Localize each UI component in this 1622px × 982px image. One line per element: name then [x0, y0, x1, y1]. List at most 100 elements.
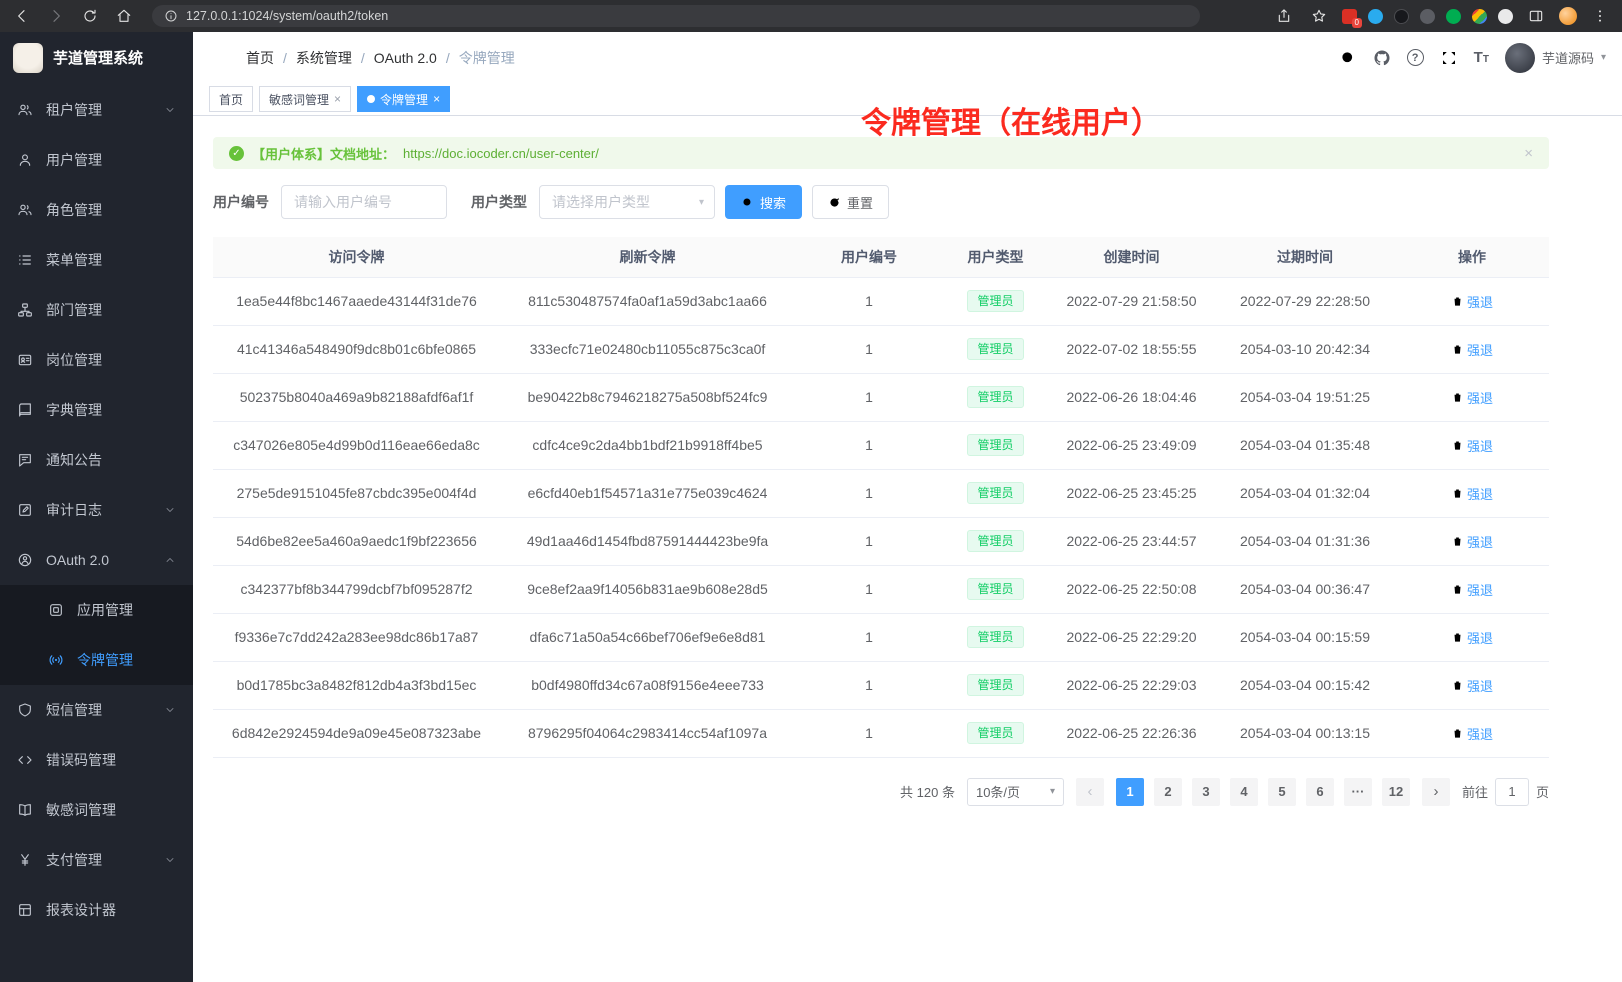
page-button[interactable]: 6	[1306, 778, 1334, 806]
alert-close-icon[interactable]: ×	[1524, 145, 1533, 162]
close-icon[interactable]: ×	[433, 93, 440, 105]
font-size-icon[interactable]: TT	[1474, 49, 1489, 66]
sidebar-item-error-code[interactable]: 错误码管理	[0, 735, 193, 785]
sidebar-item-role[interactable]: 角色管理	[0, 185, 193, 235]
bookmark-star-icon[interactable]	[1307, 4, 1331, 28]
user-id-cell: 1	[795, 661, 943, 709]
browser-menu-dots-icon[interactable]	[1588, 4, 1612, 28]
page-button[interactable]: 12	[1382, 778, 1410, 806]
browser-home-button[interactable]	[112, 4, 136, 28]
search-button[interactable]: 搜索	[725, 185, 802, 219]
sidebar-item-oauth[interactable]: OAuth 2.0	[0, 535, 193, 585]
delete-icon	[1451, 727, 1464, 740]
filter-bar: 用户编号 用户类型 请选择用户类型 ▾ 搜索 重置	[213, 185, 1549, 219]
tab-home[interactable]: 首页	[209, 86, 253, 112]
force-logout-button[interactable]: 强退	[1451, 676, 1493, 695]
site-info-icon[interactable]	[164, 9, 178, 23]
side-panel-icon[interactable]	[1524, 4, 1548, 28]
user-avatar	[1505, 43, 1535, 73]
force-logout-button[interactable]: 强退	[1451, 484, 1493, 503]
browser-forward-button[interactable]	[44, 4, 68, 28]
user-id-cell: 1	[795, 709, 943, 757]
browser-back-button[interactable]	[10, 4, 34, 28]
reset-button[interactable]: 重置	[812, 185, 889, 219]
extension-green-icon[interactable]	[1446, 9, 1461, 24]
force-logout-button[interactable]: 强退	[1451, 580, 1493, 599]
sidebar-item-oauth-app[interactable]: 应用管理	[0, 585, 193, 635]
page-button[interactable]: 1	[1116, 778, 1144, 806]
breadcrumb-oauth[interactable]: OAuth 2.0	[374, 50, 437, 66]
page-size-select[interactable]: 10条/页 ▾	[967, 778, 1064, 806]
sidebar-item-tenant[interactable]: 租户管理	[0, 85, 193, 135]
user-type-select[interactable]: 请选择用户类型 ▾	[539, 185, 715, 219]
breadcrumb-system[interactable]: 系统管理	[296, 48, 352, 68]
created-time-cell: 2022-06-25 22:29:03	[1048, 661, 1215, 709]
force-logout-button[interactable]: 强退	[1451, 388, 1493, 407]
sidebar-item-report-designer[interactable]: 报表设计器	[0, 885, 193, 935]
help-icon[interactable]: ?	[1407, 49, 1424, 66]
sidebar-item-sms[interactable]: 短信管理	[0, 685, 193, 735]
goto-page-input[interactable]	[1495, 778, 1529, 806]
prev-page-button[interactable]: ‹	[1076, 778, 1104, 806]
sidebar-item-sensitive-word[interactable]: 敏感词管理	[0, 785, 193, 835]
force-logout-button[interactable]: 强退	[1451, 436, 1493, 455]
user-id-input[interactable]	[281, 185, 447, 219]
page-button[interactable]: 5	[1268, 778, 1296, 806]
doc-link[interactable]: https://doc.iocoder.cn/user-center/	[403, 146, 599, 161]
force-logout-button[interactable]: 强退	[1451, 292, 1493, 311]
sidebar-item-dict[interactable]: 字典管理	[0, 385, 193, 435]
org-tree-icon	[17, 302, 33, 318]
sidebar-item-menu[interactable]: 菜单管理	[0, 235, 193, 285]
sidebar-menu: 租户管理 用户管理 角色管理 菜单管理 部门管理 岗位管理	[0, 83, 193, 935]
next-page-button[interactable]: ›	[1422, 778, 1450, 806]
force-logout-button[interactable]: 强退	[1451, 724, 1493, 743]
search-icon[interactable]	[1339, 49, 1357, 67]
extension-gray-icon[interactable]	[1420, 9, 1435, 24]
sidebar-item-audit-log[interactable]: 审计日志	[0, 485, 193, 535]
extensions-puzzle-icon[interactable]	[1472, 9, 1487, 24]
refresh-token-cell: 8796295f04064c2983414cc54af1097a	[500, 709, 795, 757]
sidebar-item-user[interactable]: 用户管理	[0, 135, 193, 185]
created-time-cell: 2022-06-25 23:49:09	[1048, 421, 1215, 469]
access-token-cell: c347026e805e4d99b0d116eae66eda8c	[213, 421, 500, 469]
address-bar[interactable]: 127.0.0.1:1024/system/oauth2/token	[152, 5, 1200, 27]
extension-red-icon[interactable]: 0	[1342, 9, 1357, 24]
app-logo[interactable]: 芋道管理系统	[0, 32, 193, 83]
share-icon[interactable]	[1272, 4, 1296, 28]
user-dropdown[interactable]: 芋道源码 ▾	[1505, 43, 1606, 73]
extension-blue-icon[interactable]	[1368, 9, 1383, 24]
github-icon[interactable]	[1373, 49, 1391, 67]
fullscreen-icon[interactable]	[1440, 49, 1458, 67]
extension-dark-icon[interactable]	[1394, 9, 1409, 24]
collapse-sidebar-button[interactable]	[209, 48, 229, 68]
access-token-cell: 1ea5e44f8bc1467aaede43144f31de76	[213, 277, 500, 325]
sidebar-item-pay[interactable]: 支付管理	[0, 835, 193, 885]
extension-paw-icon[interactable]	[1498, 9, 1513, 24]
browser-reload-button[interactable]	[78, 4, 102, 28]
sidebar-item-oauth-token[interactable]: 令牌管理	[0, 635, 193, 685]
force-logout-button[interactable]: 强退	[1451, 340, 1493, 359]
sidebar-item-dept[interactable]: 部门管理	[0, 285, 193, 335]
refresh-token-cell: cdfc4ce9c2da4bb1bdf21b9918ff4be5	[500, 421, 795, 469]
browser-profile-avatar[interactable]	[1559, 7, 1577, 25]
tab-token[interactable]: 令牌管理 ×	[357, 86, 450, 112]
force-logout-button[interactable]: 强退	[1451, 628, 1493, 647]
tab-sensitive-word[interactable]: 敏感词管理 ×	[259, 86, 351, 112]
created-time-cell: 2022-07-02 18:55:55	[1048, 325, 1215, 373]
page-button[interactable]: 2	[1154, 778, 1182, 806]
close-icon[interactable]: ×	[334, 93, 341, 105]
page-button[interactable]: ···	[1344, 778, 1372, 806]
created-time-cell: 2022-06-25 22:26:36	[1048, 709, 1215, 757]
force-logout-button[interactable]: 强退	[1451, 532, 1493, 551]
delete-icon	[1451, 343, 1464, 356]
page-button[interactable]: 4	[1230, 778, 1258, 806]
sidebar-item-post[interactable]: 岗位管理	[0, 335, 193, 385]
open-book-icon	[17, 802, 33, 818]
total-count: 共 120 条	[900, 782, 955, 801]
token-broadcast-icon	[48, 652, 64, 668]
page-button[interactable]: 3	[1192, 778, 1220, 806]
breadcrumb-home[interactable]: 首页	[246, 48, 274, 68]
access-token-cell: 6d842e2924594de9a09e45e087323abe	[213, 709, 500, 757]
user-type-tag: 管理员	[967, 482, 1023, 504]
sidebar-item-notice[interactable]: 通知公告	[0, 435, 193, 485]
